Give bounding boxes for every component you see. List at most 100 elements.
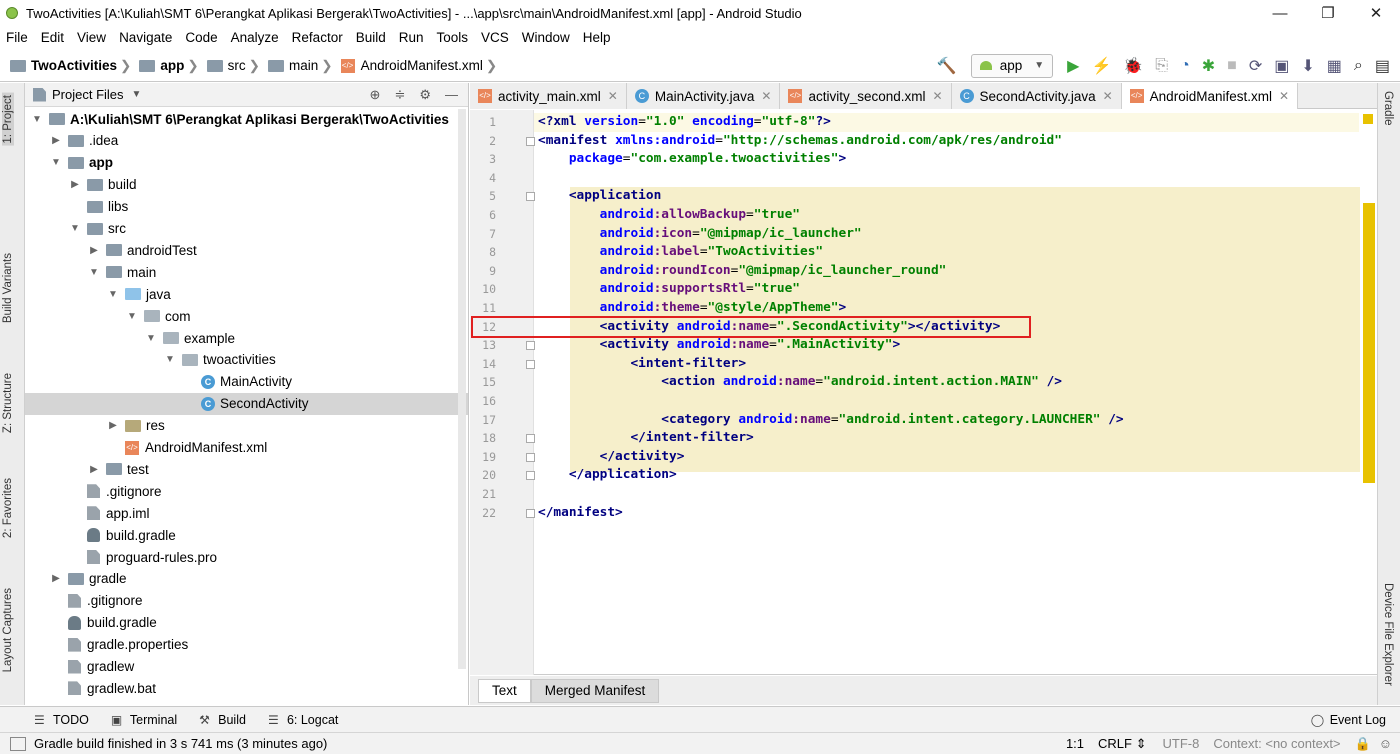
hide-panel-icon[interactable]: — [445, 87, 458, 102]
collapsed-arrow-icon[interactable]: ▶ [88, 464, 100, 475]
code-line[interactable]: <action android:name="android.intent.act… [538, 373, 1062, 391]
tree-item[interactable]: ▼ example [25, 327, 468, 349]
coverage-icon[interactable]: ✱ [1202, 56, 1215, 76]
menu-edit[interactable]: Edit [41, 30, 64, 45]
tree-item[interactable]: ▼ src [25, 218, 468, 240]
caret-position[interactable]: 1:1 [1066, 736, 1084, 751]
breadcrumb-file[interactable]: </> AndroidManifest.xml ❯ [340, 58, 502, 74]
build-button[interactable]: ⚒ Build [199, 713, 246, 727]
close-button[interactable]: ✕ [1352, 4, 1400, 22]
tree-item[interactable]: C SecondActivity [25, 392, 468, 415]
fold-marker-icon[interactable] [526, 452, 535, 462]
apply-changes-icon[interactable]: ⚡ [1091, 56, 1111, 76]
close-icon[interactable]: ✕ [1103, 89, 1113, 103]
fold-marker-icon[interactable] [526, 434, 535, 444]
tree-item[interactable]: .gitignore [25, 480, 468, 502]
collapse-all-icon[interactable]: ≑ [394, 87, 405, 103]
tree-item[interactable]: .gitignore [25, 590, 468, 612]
tree-item[interactable]: proguard-rules.pro [25, 546, 468, 568]
tab-activity-second-xml[interactable]: </> activity_second.xml ✕ [780, 83, 952, 109]
breadcrumb-app[interactable]: app ❯ [139, 58, 202, 74]
expanded-arrow-icon[interactable]: ▼ [164, 354, 176, 365]
gear-icon[interactable]: ⚙ [419, 87, 431, 103]
menu-help[interactable]: Help [583, 30, 611, 45]
code-line[interactable]: <application [538, 187, 661, 205]
tab-mainactivity-java[interactable]: C MainActivity.java ✕ [626, 83, 781, 109]
tree-item[interactable]: ▶ res [25, 415, 468, 437]
code-line[interactable]: android:supportsRtl="true" [538, 280, 800, 298]
fold-marker-icon[interactable] [526, 359, 535, 369]
fold-marker-icon[interactable] [526, 136, 535, 146]
collapsed-arrow-icon[interactable]: ▶ [50, 573, 62, 584]
code-line[interactable]: <intent-filter> [538, 355, 746, 373]
collapsed-arrow-icon[interactable]: ▶ [107, 420, 119, 431]
tree-item[interactable]: gradlew [25, 656, 468, 678]
project-view-selector[interactable]: Project Files [52, 87, 124, 102]
analysis-status-icon[interactable] [1363, 114, 1373, 124]
breadcrumb-project[interactable]: TwoActivities ❯ [10, 58, 135, 74]
tab-androidmanifest-xml[interactable]: </> AndroidManifest.xml ✕ [1121, 83, 1299, 109]
tree-item[interactable]: </> AndroidManifest.xml [25, 437, 468, 459]
code-line[interactable]: android:label="TwoActivities" [538, 243, 823, 261]
search-icon[interactable]: ⌕ [1354, 57, 1363, 75]
close-icon[interactable]: ✕ [932, 89, 942, 103]
tree-item[interactable]: ▼ app [25, 152, 468, 174]
code-line[interactable]: <manifest xmlns:android="http://schemas.… [538, 132, 1062, 150]
logcat-button[interactable]: ☰ 6: Logcat [268, 713, 338, 727]
menu-analyze[interactable]: Analyze [231, 30, 279, 45]
expanded-arrow-icon[interactable]: ▼ [126, 311, 138, 322]
expanded-arrow-icon[interactable]: ▼ [50, 157, 62, 168]
breadcrumb-main[interactable]: main ❯ [267, 58, 337, 74]
run-icon[interactable]: ▶ [1067, 56, 1079, 76]
fold-marker-icon[interactable] [526, 192, 535, 202]
code-line[interactable]: <activity android:name=".MainActivity"> [538, 336, 901, 354]
collapsed-arrow-icon[interactable]: ▶ [88, 245, 100, 256]
event-log-button[interactable]: ◯ Event Log [1311, 713, 1386, 727]
chevron-down-icon[interactable]: ▼ [132, 89, 142, 100]
menu-vcs[interactable]: VCS [481, 30, 509, 45]
tree-item[interactable]: ▶ gradle [25, 568, 468, 590]
tab-project[interactable]: 1: Project [2, 93, 14, 146]
fold-marker-icon[interactable] [526, 471, 535, 481]
menu-refactor[interactable]: Refactor [292, 30, 343, 45]
tree-item[interactable]: ▼ java [25, 283, 468, 305]
tab-build-variants[interactable]: Build Variants [2, 253, 14, 323]
locate-icon[interactable]: ⊕ [370, 87, 381, 103]
code-line[interactable]: </activity> [538, 448, 685, 466]
menu-tools[interactable]: Tools [437, 30, 469, 45]
profile-icon[interactable]: ◔ [1180, 57, 1190, 75]
sdk-manager-icon[interactable]: ⬇ [1301, 56, 1314, 76]
code-line[interactable]: package="com.example.twoactivities"> [538, 150, 846, 168]
tab-favorites[interactable]: 2: Favorites [2, 478, 14, 538]
menu-navigate[interactable]: Navigate [119, 30, 172, 45]
expanded-arrow-icon[interactable]: ▼ [88, 267, 100, 278]
minimize-button[interactable]: — [1256, 5, 1304, 22]
tab-gradle[interactable]: Gradle [1382, 91, 1394, 126]
toggle-tool-windows-icon[interactable] [10, 736, 26, 751]
tree-item[interactable]: build.gradle [25, 524, 468, 546]
inspector-icon[interactable]: ☺ [1379, 736, 1392, 751]
line-separator[interactable]: CRLF ⇕ [1098, 736, 1146, 752]
menu-run[interactable]: Run [399, 30, 424, 45]
sync-gradle-icon[interactable]: ⟳ [1249, 56, 1262, 76]
maximize-button[interactable]: ❐ [1304, 4, 1352, 22]
tree-item[interactable]: app.iml [25, 502, 468, 524]
fold-marker-icon[interactable] [526, 508, 535, 518]
tab-activity-main-xml[interactable]: </> activity_main.xml ✕ [470, 83, 627, 109]
tab-secondactivity-java[interactable]: C SecondActivity.java ✕ [951, 83, 1122, 109]
collapsed-arrow-icon[interactable]: ▶ [50, 135, 62, 146]
avd-manager-icon[interactable]: ▣ [1274, 56, 1289, 76]
tree-item[interactable]: ▶ build [25, 174, 468, 196]
stop-icon[interactable]: ■ [1227, 57, 1237, 75]
collapsed-arrow-icon[interactable]: ▶ [69, 179, 81, 190]
expanded-arrow-icon[interactable]: ▼ [145, 333, 157, 344]
code-line[interactable]: android:icon="@mipmap/ic_launcher" [538, 225, 862, 243]
tree-item[interactable]: gradle.properties [25, 634, 468, 656]
hammer-build-icon[interactable]: 🔨 [937, 56, 957, 76]
tree-item[interactable]: build.gradle [25, 612, 468, 634]
expanded-arrow-icon[interactable]: ▼ [107, 289, 119, 300]
code-line[interactable]: </intent-filter> [538, 429, 753, 447]
terminal-button[interactable]: ▣ Terminal [111, 713, 177, 727]
lock-icon[interactable]: 🔒 [1355, 736, 1371, 752]
tab-merged-manifest[interactable]: Merged Manifest [530, 678, 660, 703]
